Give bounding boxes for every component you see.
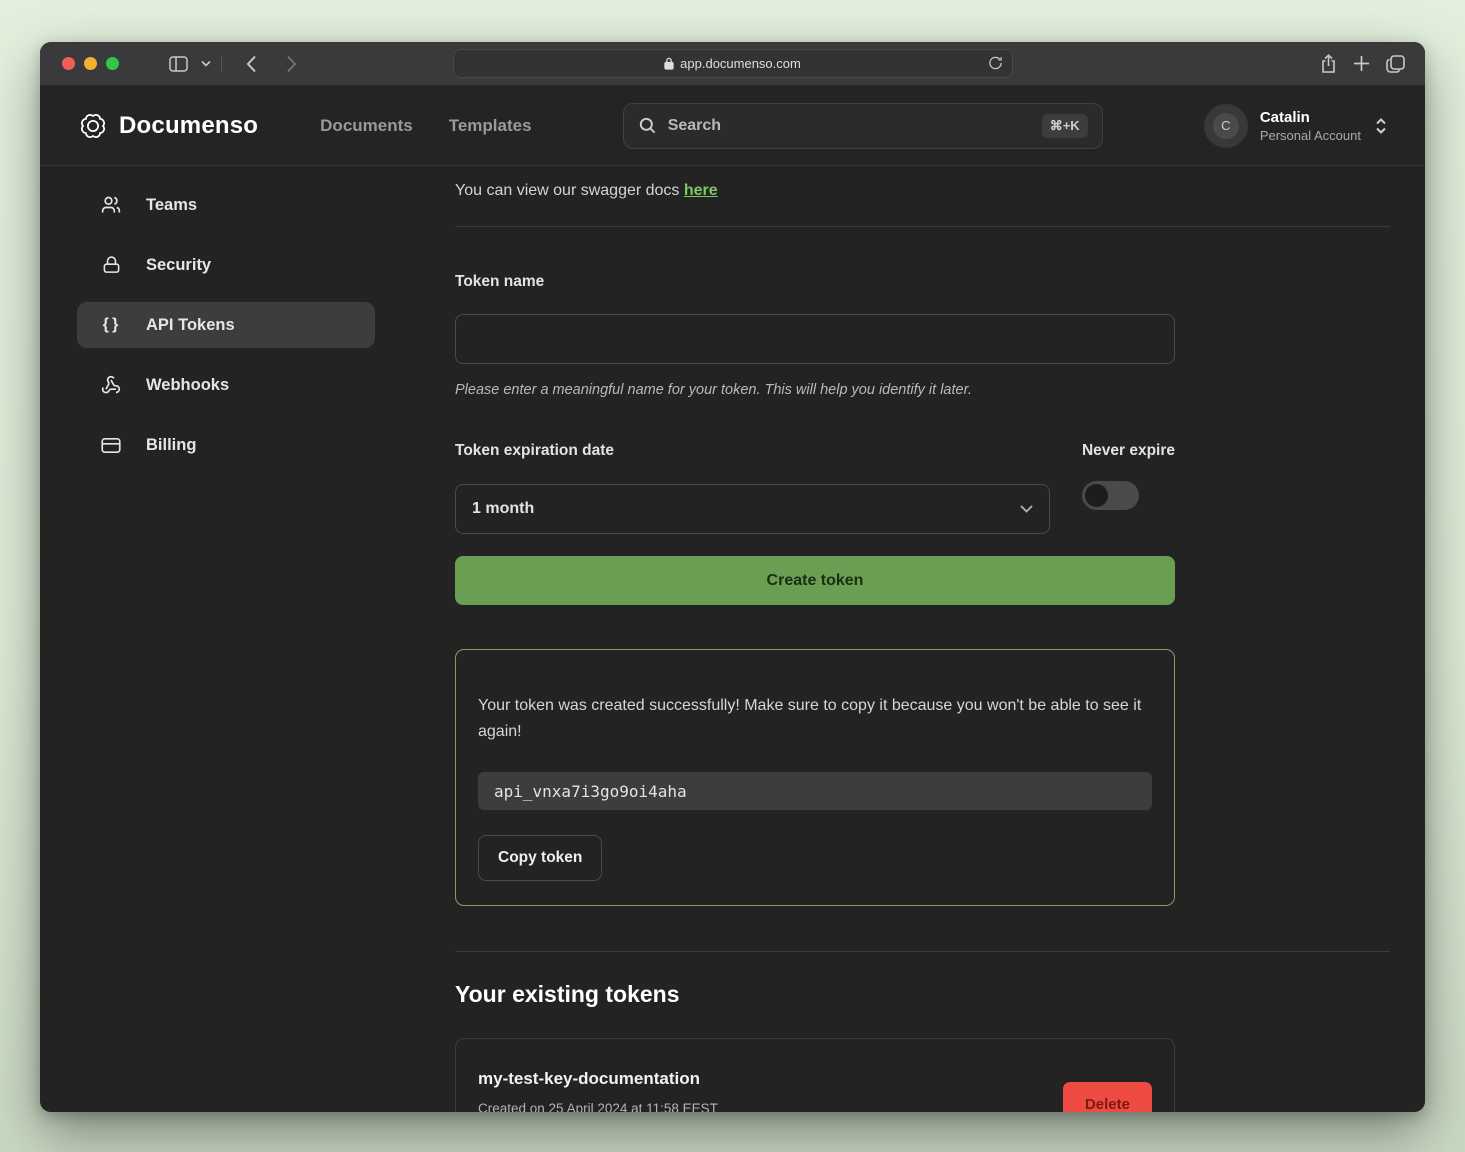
nav-templates[interactable]: Templates bbox=[449, 116, 532, 136]
brand[interactable]: Documenso bbox=[78, 111, 258, 141]
zoom-window-button[interactable] bbox=[106, 57, 119, 70]
close-window-button[interactable] bbox=[62, 57, 75, 70]
search-bar[interactable]: ⌘+K bbox=[623, 103, 1103, 149]
search-icon bbox=[638, 116, 657, 135]
existing-tokens-heading: Your existing tokens bbox=[455, 981, 1390, 1008]
address-bar[interactable]: app.documenso.com bbox=[453, 49, 1013, 78]
avatar: C bbox=[1204, 104, 1248, 148]
back-icon[interactable] bbox=[236, 50, 266, 78]
browser-window: app.documenso.com bbox=[40, 42, 1425, 1112]
traffic-lights bbox=[62, 57, 119, 70]
copy-token-button[interactable]: Copy token bbox=[478, 835, 602, 881]
divider bbox=[455, 951, 1390, 952]
account-menu[interactable]: C Catalin Personal Account bbox=[1204, 104, 1387, 148]
sidebar-item-webhooks[interactable]: Webhooks bbox=[77, 362, 375, 408]
token-card-name: my-test-key-documentation bbox=[478, 1069, 718, 1089]
chevron-down-icon bbox=[1020, 505, 1033, 513]
delete-token-button[interactable]: Delete bbox=[1063, 1082, 1152, 1112]
minimize-window-button[interactable] bbox=[84, 57, 97, 70]
brand-name: Documenso bbox=[119, 112, 258, 140]
never-expire-label: Never expire bbox=[1082, 442, 1175, 460]
users-icon bbox=[100, 195, 122, 215]
new-tab-icon[interactable] bbox=[1353, 55, 1370, 72]
browser-titlebar: app.documenso.com bbox=[40, 42, 1425, 86]
expiration-selected-value: 1 month bbox=[472, 500, 534, 518]
sidebar-toggle-icon[interactable] bbox=[163, 50, 193, 78]
sidebar-item-billing[interactable]: Billing bbox=[77, 422, 375, 468]
account-name: Catalin bbox=[1260, 108, 1361, 128]
token-created-message: Your token was created successfully! Mak… bbox=[478, 693, 1148, 744]
account-type: Personal Account bbox=[1260, 128, 1361, 143]
token-card: my-test-key-documentation Created on 25 … bbox=[455, 1038, 1175, 1112]
lock-icon bbox=[100, 255, 122, 275]
token-value-field[interactable]: api_vnxa7i3go9oi4aha bbox=[478, 772, 1152, 810]
sidebar-item-teams[interactable]: Teams bbox=[77, 182, 375, 228]
braces-icon: { } bbox=[100, 316, 122, 334]
sidebar-item-label: Billing bbox=[146, 436, 196, 455]
reload-icon[interactable] bbox=[988, 55, 1003, 71]
expiration-label: Token expiration date bbox=[455, 442, 1082, 460]
token-name-input[interactable] bbox=[455, 314, 1175, 364]
token-name-label: Token name bbox=[455, 273, 1175, 291]
token-created-alert: Your token was created successfully! Mak… bbox=[455, 649, 1175, 906]
never-expire-toggle[interactable] bbox=[1082, 481, 1139, 510]
search-input[interactable] bbox=[668, 117, 1031, 135]
sidebar-item-api-tokens[interactable]: { } API Tokens bbox=[77, 302, 375, 348]
lock-icon bbox=[664, 57, 674, 70]
sidebar-item-label: Security bbox=[146, 256, 211, 275]
expiration-select[interactable]: 1 month bbox=[455, 484, 1050, 534]
forward-icon bbox=[276, 50, 306, 78]
documenso-logo-icon bbox=[78, 111, 108, 141]
token-card-created: Created on 25 April 2024 at 11:58 EEST bbox=[478, 1101, 718, 1112]
top-nav: Documents Templates bbox=[320, 116, 531, 136]
url-text: app.documenso.com bbox=[680, 56, 801, 71]
settings-sidebar: Teams Security { } API Tokens bbox=[40, 166, 415, 1112]
credit-card-icon bbox=[100, 437, 122, 454]
create-token-button[interactable]: Create token bbox=[455, 556, 1175, 605]
api-tokens-page: You can view our swagger docs here Token… bbox=[415, 166, 1425, 1112]
token-name-helper: Please enter a meaningful name for your … bbox=[455, 382, 1175, 398]
share-icon[interactable] bbox=[1320, 54, 1337, 74]
swagger-docs-link[interactable]: here bbox=[684, 182, 718, 199]
search-shortcut-badge: ⌘+K bbox=[1042, 114, 1088, 138]
sidebar-item-label: Teams bbox=[146, 196, 197, 215]
app-header: Documenso Documents Templates ⌘+K C Cata… bbox=[40, 86, 1425, 166]
nav-documents[interactable]: Documents bbox=[320, 116, 413, 136]
divider bbox=[455, 226, 1390, 227]
chevron-up-down-icon bbox=[1375, 117, 1387, 135]
sidebar-item-security[interactable]: Security bbox=[77, 242, 375, 288]
swagger-docs-text: You can view our swagger docs here bbox=[455, 182, 1390, 200]
chevron-down-icon[interactable] bbox=[197, 50, 215, 78]
toggle-knob bbox=[1085, 484, 1108, 507]
webhook-icon bbox=[100, 375, 122, 395]
sidebar-item-label: Webhooks bbox=[146, 376, 229, 395]
sidebar-item-label: API Tokens bbox=[146, 316, 235, 335]
tabs-overview-icon[interactable] bbox=[1386, 55, 1405, 73]
